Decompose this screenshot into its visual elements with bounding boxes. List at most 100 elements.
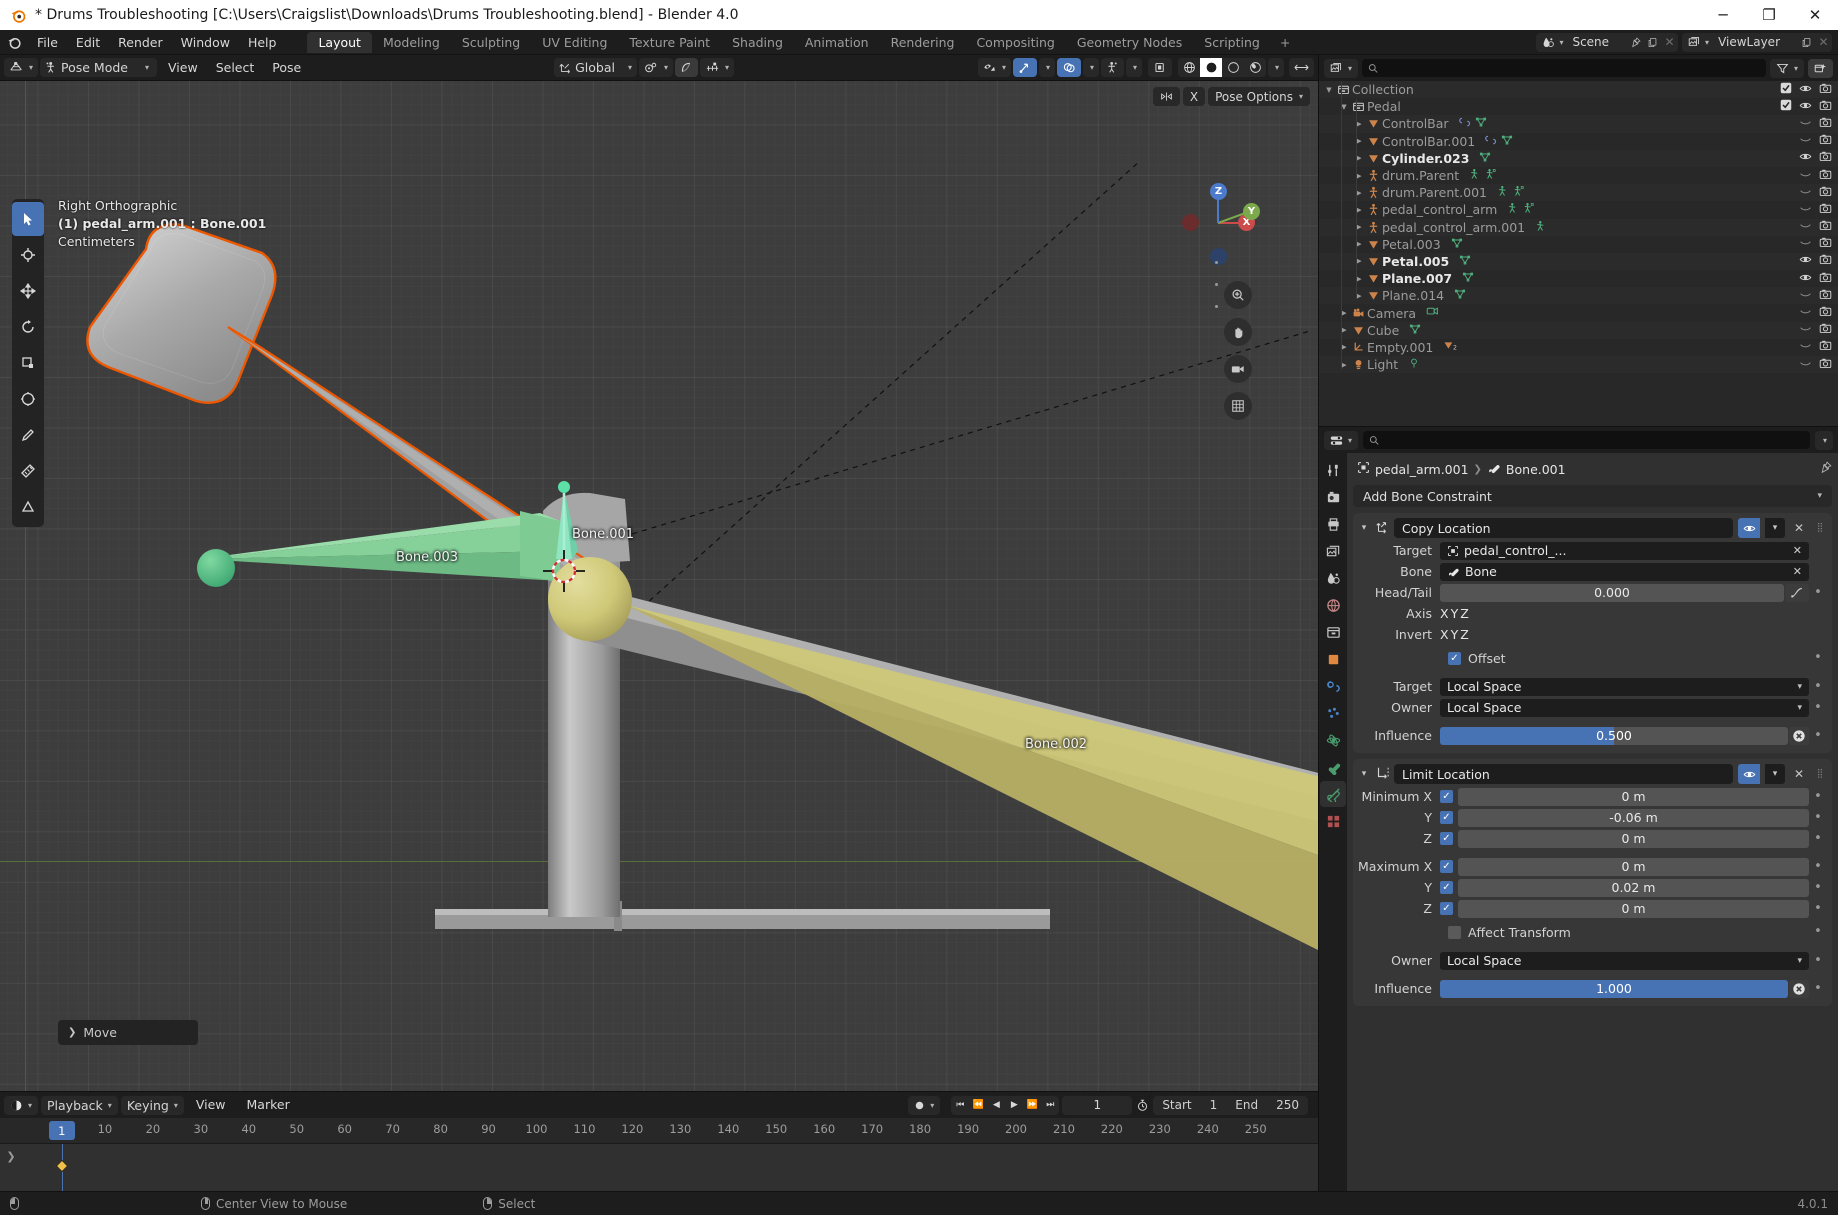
render-visibility-icon[interactable] [1819,271,1832,287]
outliner-row[interactable]: ▶ Cylinder.023 [1319,149,1838,167]
start-value[interactable]: 1 [1201,1098,1227,1112]
scene-selector[interactable]: ▾ Scene ✕ [1536,32,1679,52]
xray-dropdown[interactable]: ▾ [1125,58,1142,77]
animate-dot[interactable]: • [1809,832,1827,845]
checkbox[interactable]: ✓ [1440,832,1453,845]
outliner-item-label[interactable]: Pedal [1367,99,1401,114]
pose-options-menu[interactable]: Pose Options ▾ [1208,87,1310,106]
outliner-item-label[interactable]: pedal_control_arm [1382,202,1497,217]
pin-id-icon[interactable] [1819,461,1832,477]
navigation-gizmo[interactable]: Z X Y [1176,181,1260,265]
end-value[interactable]: 250 [1267,1098,1308,1112]
breadcrumb-object-name[interactable]: pedal_arm.001 [1375,462,1469,477]
shading-wireframe[interactable] [1178,58,1200,77]
new-scene-icon[interactable] [1644,37,1661,48]
tab-bone-constraints[interactable] [1320,781,1346,807]
use-preview-range-icon[interactable] [1136,1099,1149,1112]
play-button[interactable]: ▶ [1005,1096,1023,1115]
properties-editor-type[interactable]: ▾ [1324,430,1359,450]
tool-extra[interactable] [12,490,44,524]
expand-triangle-icon[interactable]: ▶ [1353,275,1365,283]
visibility-eye-icon[interactable] [1799,288,1812,304]
blender-menu-icon[interactable] [0,35,28,50]
outliner-tree[interactable]: ▼ Collection ▼ Pedal ▶ ControlBar ▶ ControlBar.… [1319,81,1838,426]
render-visibility-icon[interactable] [1819,339,1832,355]
animate-dot[interactable]: • [1809,925,1827,938]
outliner-item-label[interactable]: Petal.005 [1382,254,1449,269]
playback-controls[interactable]: ⏮ ⏪ ◀ ▶ ⏩ ⏭ [951,1095,1060,1115]
timeline-editor-type[interactable]: ▾ [4,1095,39,1115]
modifier-icon[interactable] [1458,116,1471,131]
ortho-toggle-icon[interactable] [1224,392,1252,420]
outliner-row[interactable]: ▼ Pedal [1319,98,1838,115]
outliner-item-label[interactable]: ControlBar [1382,116,1449,131]
workspace-tab-texture-paint[interactable]: Texture Paint [618,32,721,53]
visibility-eye-icon[interactable] [1799,168,1812,184]
tab-tool[interactable] [1320,457,1346,483]
jump-end-button[interactable]: ⏭ [1041,1096,1059,1115]
mesh-data-icon[interactable] [1409,323,1421,338]
constraint-drag-handle[interactable]: ⣿ [1813,769,1827,779]
shading-solid[interactable] [1200,58,1222,77]
tab-scene[interactable] [1320,565,1346,591]
outliner-item-label[interactable]: Petal.003 [1382,237,1441,252]
play-reverse-button[interactable]: ◀ [987,1096,1005,1115]
tool-rotate[interactable] [12,310,44,344]
outliner-item-label[interactable]: pedal_control_arm.001 [1382,220,1525,235]
workspace-tab-compositing[interactable]: Compositing [965,32,1065,53]
outliner-row[interactable]: ▶ Plane.007 [1319,270,1838,287]
workspace-tab-geometry-nodes[interactable]: Geometry Nodes [1066,32,1193,53]
render-visibility-icon[interactable] [1819,236,1832,252]
expand-triangle-icon[interactable]: ▼ [1323,86,1335,94]
mesh-data-icon[interactable] [1454,288,1466,303]
dropdown-field[interactable]: Local Space ▾ [1440,677,1809,696]
mesh-data-icon[interactable] [1462,271,1474,286]
frame-range[interactable]: Start 1 End 250 [1153,1095,1308,1115]
outliner-item-label[interactable]: Light [1367,357,1398,372]
outliner-item-label[interactable]: Empty.001 [1367,340,1433,355]
shading-mode-group[interactable] [1178,58,1266,77]
number-field[interactable]: 0.02 m [1458,878,1809,897]
axis-toggle-z[interactable]: Z [1460,627,1469,642]
menu-window[interactable]: Window [172,30,239,55]
properties-search-input[interactable] [1363,431,1810,449]
viewport-menu-pose[interactable]: Pose [263,58,310,78]
outliner-filter-button[interactable]: ▾ [1769,58,1804,78]
dropdown-field[interactable]: Local Space ▾ [1440,951,1809,970]
expand-triangle-icon[interactable]: ▶ [1353,223,1365,231]
remove-viewlayer-icon[interactable]: ✕ [1815,35,1832,49]
render-visibility-icon[interactable] [1819,288,1832,304]
breadcrumb-bone-name[interactable]: Bone.001 [1506,462,1566,477]
pose-icon[interactable] [1469,168,1481,183]
viewport-menu-select[interactable]: Select [207,58,264,78]
constraint-enable-icon[interactable] [1738,764,1760,784]
constraint-enable-icon[interactable] [1738,518,1760,538]
zoom-icon[interactable] [1224,281,1252,309]
constraint-delete-button[interactable]: ✕ [1790,764,1808,784]
visibility-eye-icon[interactable] [1799,185,1812,201]
close-button[interactable]: ✕ [1792,0,1838,30]
mesh-data-icon[interactable] [1459,254,1471,269]
minimize-button[interactable]: ─ [1700,0,1746,30]
constraint-name[interactable]: Limit Location [1394,764,1733,784]
tool-cursor[interactable] [12,238,44,272]
head-tail-curve-button[interactable] [1785,583,1809,602]
menu-help[interactable]: Help [239,30,286,55]
animate-dot[interactable]: • [1809,982,1827,995]
expand-triangle-icon[interactable]: ▶ [1353,292,1365,300]
workspace-tab-modeling[interactable]: Modeling [372,32,451,53]
animate-dot[interactable]: • [1809,902,1827,915]
mesh-data-icon[interactable] [1451,237,1463,252]
timeline-keying-menu[interactable]: Keying ▾ [120,1095,184,1115]
constraint-extras-menu[interactable]: ▾ [1765,518,1785,538]
pan-hand-icon[interactable] [1224,318,1252,346]
armature-data-icon[interactable] [1523,202,1535,217]
animate-dot[interactable]: • [1809,701,1827,714]
animate-dot[interactable]: • [1809,881,1827,894]
gizmo-axis-negz[interactable] [1210,248,1227,265]
tool-tweak[interactable] [12,202,44,236]
workspace-tab-sculpting[interactable]: Sculpting [451,32,531,53]
animate-dot[interactable]: • [1809,860,1827,873]
gizmo-dropdown[interactable]: ▾ [1038,58,1055,77]
animate-dot[interactable]: • [1809,586,1827,599]
